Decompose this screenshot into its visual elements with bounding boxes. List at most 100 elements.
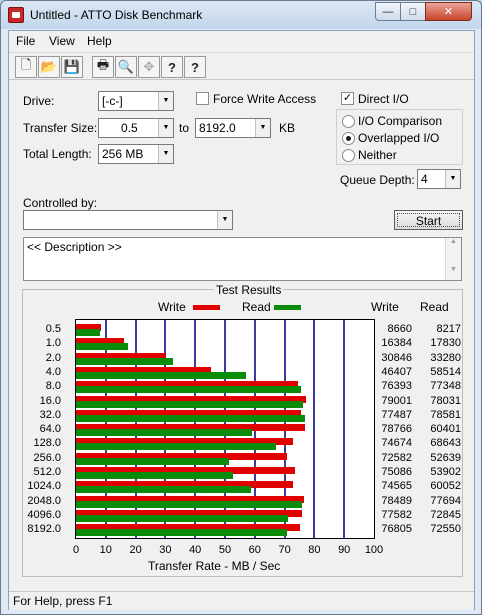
x-tick-label: 50 <box>218 544 232 556</box>
y-tick-label: 64.0 <box>39 423 61 436</box>
chevron-down-icon: ▼ <box>217 211 232 229</box>
chart-plot-area <box>75 319 375 539</box>
move-icon: ✥ <box>143 59 155 74</box>
print-button[interactable]: 🖶 <box>92 56 114 78</box>
io-comparison-label: I/O Comparison <box>358 114 443 128</box>
menu-help[interactable]: Help <box>87 34 112 48</box>
controlled-by-label: Controlled by: <box>23 196 98 210</box>
window-title: Untitled - ATTO Disk Benchmark <box>30 8 203 22</box>
read-bar <box>76 371 246 379</box>
transfer-to-label: to <box>179 121 190 135</box>
transfer-to-select[interactable]: 8192.0 ▼ <box>195 118 271 138</box>
start-button[interactable]: Start <box>394 210 463 230</box>
total-length-select[interactable]: 256 MB ▼ <box>98 144 174 164</box>
print-icon: 🖶 <box>96 57 110 72</box>
read-value: 78031 <box>430 394 461 407</box>
write-value: 75086 <box>381 466 412 478</box>
context-help-button[interactable]: ? <box>184 56 206 78</box>
maximize-icon: □ <box>409 5 417 18</box>
description-scrollbar[interactable]: ▲ ▼ <box>445 238 461 280</box>
maximize-button[interactable]: □ <box>400 2 426 21</box>
queue-depth-select[interactable]: 4 ▼ <box>417 169 461 189</box>
read-bar <box>76 386 301 394</box>
write-value: 46407 <box>381 365 412 378</box>
direct-io-checkbox[interactable]: ✓ <box>341 92 354 105</box>
read-value: 78581 <box>430 408 461 421</box>
y-tick-label: 512.0 <box>33 466 61 478</box>
status-text: For Help, press F1 <box>13 594 113 608</box>
read-bar <box>76 357 173 365</box>
y-tick-label: 128.0 <box>33 437 61 450</box>
test-results-group: Test Results Write Read Write Read 0 10 20… <box>22 283 463 577</box>
controlled-by-select[interactable]: ▼ <box>23 210 233 230</box>
force-write-checkbox[interactable] <box>196 92 209 105</box>
x-tick-label: 40 <box>189 544 202 556</box>
close-button[interactable]: ✕ <box>425 2 472 21</box>
chevron-down-icon: ▼ <box>158 119 173 137</box>
read-bar <box>76 414 305 422</box>
y-tick-label: 32.0 <box>39 408 61 421</box>
new-button[interactable]: 🗋 <box>15 56 37 78</box>
context-help-icon: ? <box>191 59 199 75</box>
total-length-label: Total Length: <box>23 147 92 161</box>
x-axis-label: Transfer Rate - MB / Sec <box>148 559 281 573</box>
save-icon: 💾 <box>63 59 81 74</box>
read-bar <box>76 429 252 437</box>
description-box[interactable]: << Description >> ▲ ▼ <box>23 237 462 281</box>
read-value: 58514 <box>430 365 461 378</box>
menu-file[interactable]: File <box>16 34 35 48</box>
menu-view[interactable]: View <box>49 34 75 48</box>
help-button[interactable]: ? <box>161 56 183 78</box>
read-value: 72845 <box>430 508 461 521</box>
queue-depth-label: Queue Depth: <box>340 173 415 187</box>
neither-radio[interactable] <box>342 149 355 162</box>
chevron-down-icon: ▼ <box>445 170 460 188</box>
y-tick-label: 4.0 <box>45 365 61 378</box>
check-icon: ✓ <box>342 92 353 104</box>
write-value: 77487 <box>381 408 412 421</box>
menu-bar: File View Help <box>9 31 474 51</box>
title-bar[interactable]: Untitled - ATTO Disk Benchmark — □ ✕ <box>1 1 481 29</box>
x-tick-label: 0 <box>72 544 80 556</box>
x-tick-label: 70 <box>278 544 291 556</box>
y-tick-label: 0.5 <box>45 323 61 335</box>
status-bar: For Help, press F1 <box>9 591 474 610</box>
read-value: 60052 <box>430 480 461 493</box>
read-value: 68643 <box>430 437 461 450</box>
read-bar <box>76 329 100 336</box>
app-window: Untitled - ATTO Disk Benchmark — □ ✕ Fil… <box>0 0 482 615</box>
transfer-from-select[interactable]: 0.5 ▼ <box>98 118 174 138</box>
neither-label: Neither <box>358 148 397 162</box>
y-tick-label: 16.0 <box>39 394 61 407</box>
grid-line <box>313 320 315 538</box>
write-value: 74565 <box>381 480 412 493</box>
move-button[interactable]: ✥ <box>138 56 160 78</box>
minimize-button[interactable]: — <box>375 2 401 21</box>
y-tick-label: 2048.0 <box>27 494 61 507</box>
new-icon: 🗋 <box>20 57 32 72</box>
transfer-size-label: Transfer Size: <box>23 121 98 135</box>
write-value: 74674 <box>381 437 412 450</box>
print-preview-button[interactable]: 🔍 <box>115 56 137 78</box>
scroll-up-icon[interactable]: ▲ <box>446 238 461 252</box>
write-value: 8660 <box>387 323 412 335</box>
client-area: File View Help 🗋 📂 💾 🖶 🔍 ✥ ? ? Drive: [-… <box>8 30 475 610</box>
chevron-down-icon: ▼ <box>255 119 270 137</box>
y-tick-label: 2.0 <box>45 351 61 364</box>
read-bar <box>76 514 288 522</box>
help-icon: ? <box>168 59 176 75</box>
scroll-down-icon[interactable]: ▼ <box>446 266 461 280</box>
save-button[interactable]: 💾 <box>61 56 83 78</box>
y-tick-label: 1.0 <box>45 337 61 350</box>
close-icon: ✕ <box>443 6 454 18</box>
io-comparison-radio[interactable] <box>342 115 355 128</box>
toolbar: 🗋 📂 💾 🖶 🔍 ✥ ? ? <box>9 52 474 80</box>
force-write-label: Force Write Access <box>213 92 317 106</box>
write-value: 78489 <box>381 494 412 507</box>
open-button[interactable]: 📂 <box>38 56 60 78</box>
drive-label: Drive: <box>23 94 55 108</box>
drive-select[interactable]: [-c-] ▼ <box>98 91 174 111</box>
read-value: 17830 <box>430 337 461 350</box>
read-bar <box>76 443 276 451</box>
overlapped-io-radio[interactable] <box>342 132 355 145</box>
